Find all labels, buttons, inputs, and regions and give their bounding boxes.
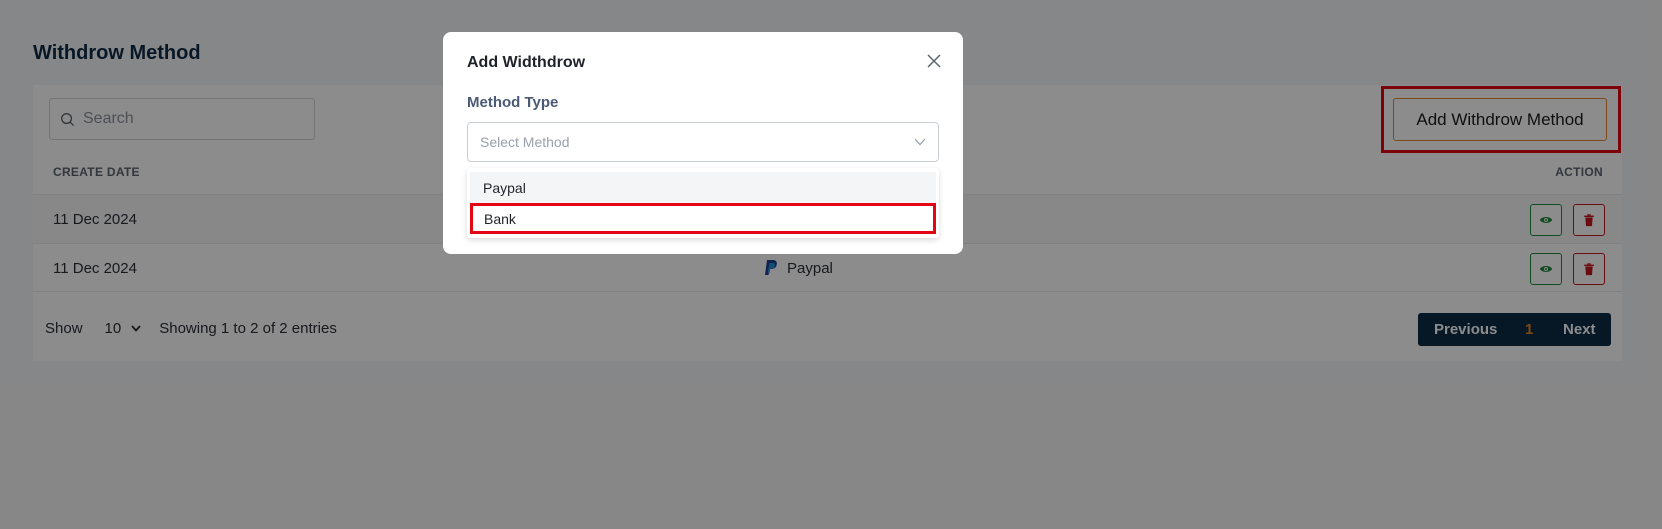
method-type-label: Method Type bbox=[467, 94, 559, 111]
close-icon[interactable] bbox=[925, 52, 943, 70]
select-placeholder: Select Method bbox=[480, 134, 570, 150]
modal-title: Add Widthdrow bbox=[467, 54, 586, 71]
option-bank[interactable]: Bank bbox=[470, 203, 936, 234]
method-dropdown: Paypal Bank bbox=[467, 168, 939, 238]
option-paypal[interactable]: Paypal bbox=[470, 172, 936, 203]
add-withdraw-modal: Add Widthdrow Method Type Select Method … bbox=[443, 32, 963, 254]
method-type-select[interactable]: Select Method bbox=[467, 122, 939, 162]
chevron-down-icon bbox=[914, 138, 926, 146]
